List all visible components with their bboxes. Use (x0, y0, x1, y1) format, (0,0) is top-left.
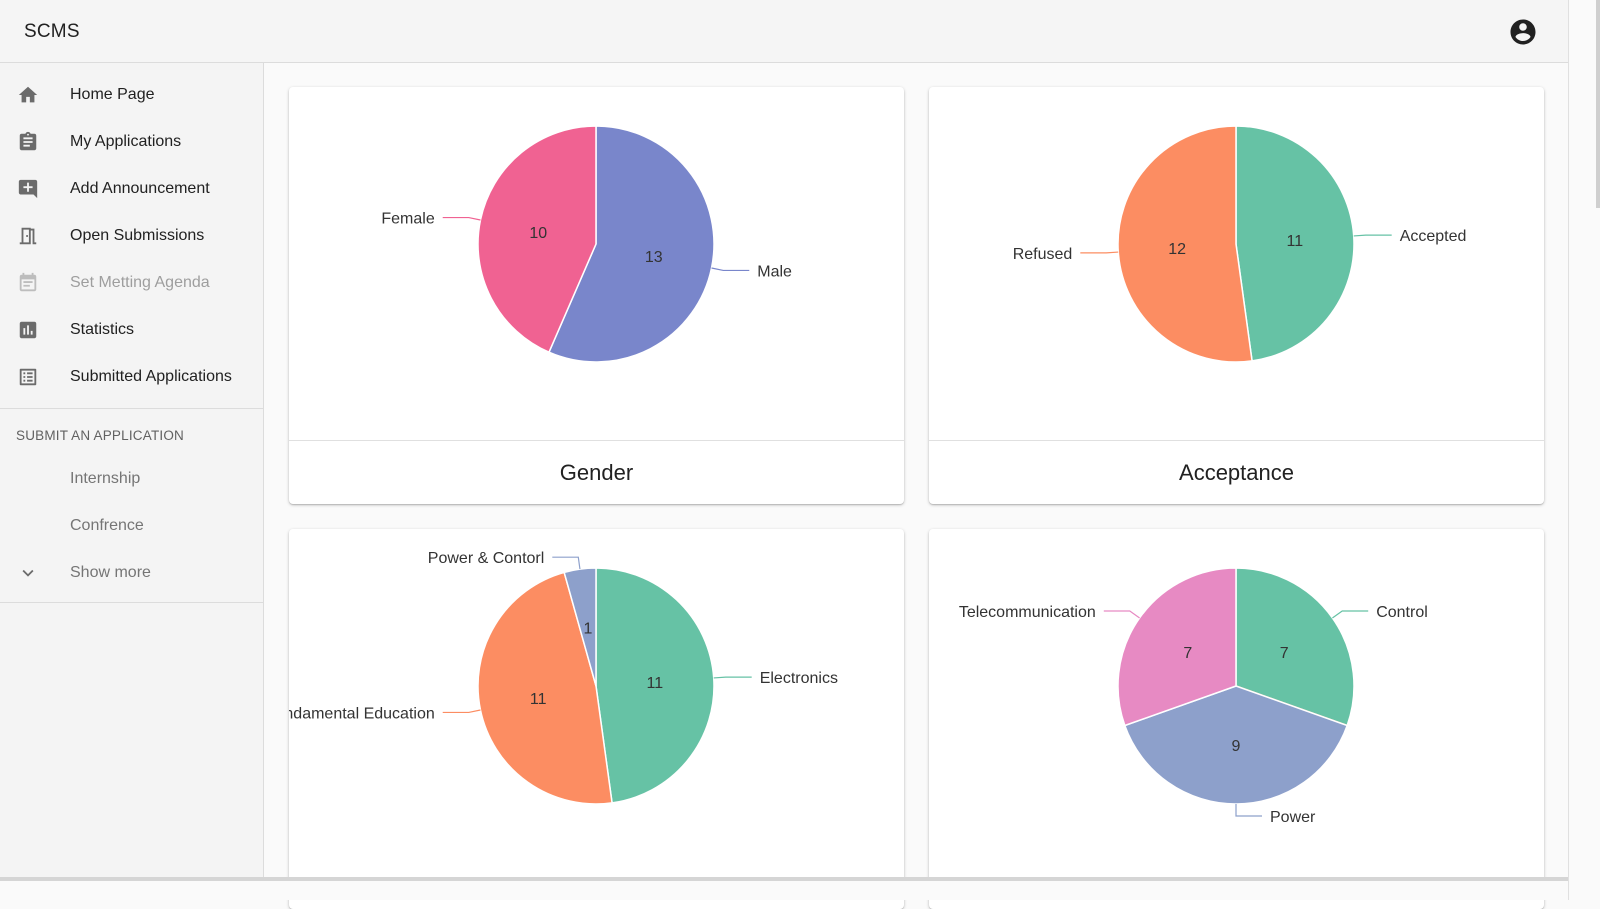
vertical-scrollbar-thumb[interactable] (1596, 0, 1600, 208)
sidebar-item-label: My Applications (70, 132, 182, 150)
pie-chart: 13 Male 10 Female (381, 125, 792, 363)
pie-value-label: 12 (1168, 241, 1186, 258)
pie-value-label: 11 (1287, 233, 1304, 250)
sidebar-item-label: Add Announcement (70, 179, 210, 197)
pie-value-label: 11 (530, 691, 547, 708)
chart-card-departments: 11 Electronics 11 Fundamental Education 1 Pow… (289, 529, 904, 909)
pie-category-label: Electronics (760, 670, 838, 687)
account-circle-icon[interactable] (1508, 17, 1538, 47)
bar-chart-icon (17, 319, 39, 341)
pie-leader-line (442, 216, 481, 221)
pie-slice-group[interactable]: 11 Accepted (1235, 125, 1467, 362)
app-bar: SCMS (0, 0, 1568, 63)
sidebar-item-submitted-applications[interactable]: Submitted Applications (0, 353, 263, 400)
pie-category-label: Power & Contorl (428, 550, 545, 567)
pie-category-label: Refused (1013, 246, 1073, 263)
sidebar-item-label: Open Submissions (70, 226, 205, 244)
list-icon (17, 366, 39, 388)
pie-value-label: 1 (584, 621, 593, 638)
sidebar-item-label: Set Metting Agenda (70, 273, 210, 291)
pie-category-label: Male (757, 263, 792, 280)
pie-leader-line (1332, 610, 1369, 619)
nav-list: Home Page My Applications Add Announceme… (0, 63, 263, 409)
pie-category-label: Power (1270, 809, 1316, 826)
app-title: SCMS (24, 21, 80, 42)
pie-value-label: 13 (645, 249, 663, 266)
pie-category-label: Control (1376, 604, 1428, 621)
pie-category-label: Female (381, 211, 434, 228)
sidebar-item-confrence[interactable]: Confrence (0, 502, 263, 549)
sidebar-item-set-metting-agenda[interactable]: Set Metting Agenda (0, 259, 263, 306)
pie-slice-group[interactable]: 10 Female (381, 125, 597, 353)
chart-card-gender: 13 Male 10 Female Gender (289, 87, 904, 504)
section-header: SUBMIT AN APPLICATION (16, 427, 184, 443)
pie-leader-line (1235, 804, 1262, 817)
pie-leader-line (442, 709, 481, 714)
sidebar-item-open-submissions[interactable]: Open Submissions (0, 212, 263, 259)
pie-leader-line (1103, 610, 1140, 619)
sidebar-item-label: Show more (70, 563, 151, 581)
sidebar-item-label: Internship (70, 469, 141, 487)
pie-slice-group[interactable]: 12 Refused (1013, 125, 1253, 363)
sidebar-item-label: Statistics (70, 320, 135, 338)
sidebar-item-my-applications[interactable]: My Applications (0, 118, 263, 165)
show-more-button[interactable]: Show more (0, 549, 263, 596)
pie-leader-line (1080, 251, 1119, 254)
door-open-icon (17, 225, 39, 247)
sidebar-item-label: Submitted Applications (70, 367, 232, 385)
pie-value-label: 9 (1232, 738, 1241, 755)
pie-value-label: 11 (647, 675, 664, 692)
pie-value-label: 10 (529, 225, 547, 242)
pie-leader-line (711, 267, 750, 272)
sidebar-item-label: Confrence (70, 516, 144, 534)
submit-application-section: SUBMIT AN APPLICATION Internship Confren… (0, 409, 263, 603)
pie-chart: 11 Accepted 12 Refused (1013, 125, 1467, 363)
sidebar-item-home-page[interactable]: Home Page (0, 71, 263, 118)
pie-slice-group[interactable]: 11 Electronics (595, 567, 838, 804)
pie-leader-line (552, 556, 581, 570)
chart-card-specializations: 7 Control 9 Power 7 Telecommunication (929, 529, 1544, 909)
sidebar: Home Page My Applications Add Announceme… (0, 63, 264, 900)
pie-chart: 7 Control 9 Power 7 Telecommunication (959, 567, 1428, 826)
sidebar-item-label: Home Page (70, 85, 155, 103)
pie-value-label: 7 (1280, 645, 1289, 662)
sidebar-item-internship[interactable]: Internship (0, 455, 263, 502)
pie-category-label: Telecommunication (959, 604, 1096, 621)
calendar-icon (17, 272, 39, 294)
home-icon (17, 84, 39, 106)
chart-title: Acceptance (929, 440, 1544, 504)
sidebar-item-add-announcement[interactable]: Add Announcement (0, 165, 263, 212)
pie-value-label: 7 (1183, 645, 1192, 662)
chart-title: Gender (289, 440, 904, 504)
sidebar-item-statistics[interactable]: Statistics (0, 306, 263, 353)
clipboard-icon (17, 131, 39, 153)
pie-category-label: Fundamental Education (289, 705, 435, 722)
add-comment-icon (17, 178, 39, 200)
pie-category-label: Accepted (1400, 228, 1467, 245)
pie-slice-group[interactable]: 11 Fundamental Education (289, 571, 613, 805)
main-content: 13 Male 10 Female Gender 11 Accepted 12 Refuse… (265, 63, 1568, 909)
chart-card-acceptance: 11 Accepted 12 Refused Acceptance (929, 87, 1544, 504)
pie-leader-line (1353, 234, 1392, 237)
page-bottom (0, 881, 1568, 900)
pie-chart: 11 Electronics 11 Fundamental Education 1 Pow… (289, 550, 838, 805)
pie-leader-line (713, 676, 752, 679)
chevron-down-icon (17, 562, 39, 584)
